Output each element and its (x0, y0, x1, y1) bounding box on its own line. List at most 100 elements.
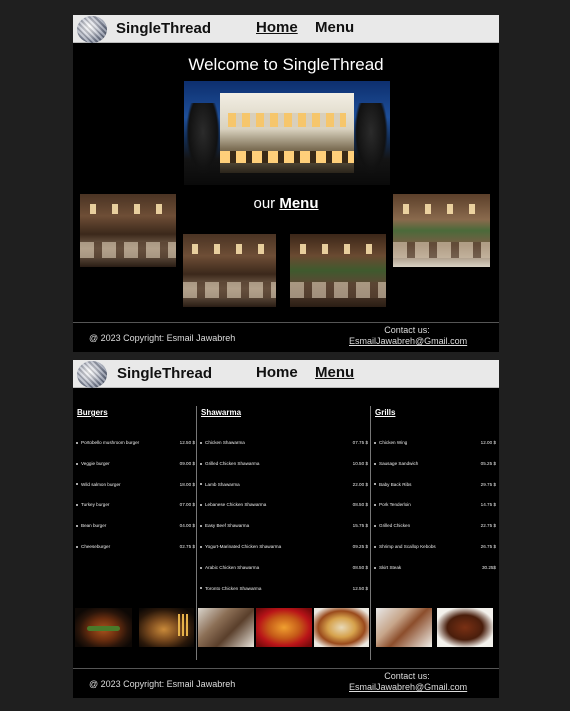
footer: @ 2023 Copyright: Esmail Jawabreh Contac… (73, 322, 499, 352)
menu-item-name: Portobello mushroom burger (76, 440, 139, 445)
bullet-icon (374, 524, 376, 527)
disco-ball-logo-icon[interactable] (77, 16, 107, 43)
menu-item-name: Lebanese Chicken Shawarma (200, 502, 266, 507)
grills-heading: Grills (375, 408, 396, 417)
bullet-icon (374, 566, 376, 569)
menu-item-price: 02.75 $ (179, 544, 195, 549)
menu-item-name: Lamb Shawarma (200, 482, 240, 487)
contact-label: Contact us: (384, 325, 430, 335)
contact-label: Contact us: (384, 671, 430, 681)
shawarma-image-3 (314, 608, 369, 647)
menu-item-label: Wild salmon burger (81, 481, 121, 487)
burgers-heading: Burgers (77, 408, 108, 417)
column-divider (196, 406, 197, 660)
contact-email-link[interactable]: EsmailJawabreh@Gmail.com (349, 336, 467, 346)
menu-item-name: Arabic Chicken Shawarma (200, 565, 259, 570)
menu-item-price: 12.50 $ (352, 585, 368, 591)
menu-item-name: Cheeseburger (76, 544, 110, 549)
welcome-heading: Welcome to SingleThread (188, 55, 384, 74)
dining-room-image-4 (290, 234, 386, 307)
menu-item-label: Chicken Shawarma (205, 440, 245, 445)
burger-image-2 (139, 608, 194, 647)
menu-item-label: Easy Beef Shawarma (205, 523, 250, 529)
menu-item-label: Veggie burger (81, 460, 110, 466)
menu-item-name: Easy Beef Shawarma (200, 523, 249, 528)
navbar: SingleThread Home Menu (73, 15, 499, 43)
menu-item-label: Cheeseburger (81, 544, 111, 549)
menu-item-label: Shrimp and Scallop Kebobs (379, 544, 436, 549)
menu-item-label: Turkey burger (81, 502, 110, 508)
bullet-icon (76, 524, 78, 527)
our-menu-link[interactable]: Menu (279, 195, 318, 212)
menu-item-price: 09.00 $ (179, 460, 195, 466)
tree-shape (354, 103, 388, 175)
menu-item-label: Yogurt-Marinated Chicken Shawarma (205, 544, 282, 549)
menu-item-price: 07.00 $ (179, 502, 195, 508)
menu-item-name: Chicken Shawarma (200, 440, 245, 445)
menu-item-label: Skirt Steak (379, 564, 402, 570)
menu-item-name: Yogurt-Marinated Chicken Shawarma (200, 544, 281, 549)
navbar: SingleThread Home Menu (73, 360, 499, 388)
dining-room-image-3 (183, 234, 276, 307)
menu-item-label: Baby Back Ribs (379, 481, 412, 487)
bullet-icon (200, 587, 202, 590)
bullet-icon (200, 504, 202, 507)
nav-home-link[interactable]: Home (256, 364, 298, 381)
menu-page-panel: SingleThread Home Menu Burgers Shawarma … (73, 360, 499, 698)
menu-item-name: Bean burger (76, 523, 106, 528)
menu-item-label: Arabic Chicken Shawarma (205, 564, 260, 570)
menu-item-price: 12.50 $ (179, 440, 195, 445)
menu-item-price: 12.00 $ (480, 440, 496, 445)
bullet-icon (374, 441, 376, 444)
bullet-icon (200, 524, 202, 527)
menu-item-price: 14.75 $ (480, 502, 496, 508)
bullet-icon (374, 483, 376, 486)
bullet-icon (200, 545, 202, 548)
menu-item-name: Veggie burger (76, 461, 110, 466)
menu-item-price: 05.25 $ (480, 460, 496, 466)
brand-name[interactable]: SingleThread (116, 20, 211, 37)
menu-item-label: Lamb Shawarma (205, 481, 240, 487)
bullet-icon (76, 483, 78, 486)
bullet-icon (76, 545, 78, 548)
menu-item-price: 15.75 $ (352, 523, 368, 529)
shawarma-image-1 (198, 608, 254, 647)
shawarma-heading: Shawarma (201, 408, 242, 417)
brand-name[interactable]: SingleThread (117, 365, 212, 382)
bullet-icon (374, 462, 376, 465)
restaurant-exterior-image (184, 81, 390, 185)
nav-menu-link[interactable]: Menu (315, 19, 354, 36)
home-page-panel: SingleThread Home Menu Welcome to Single… (73, 15, 499, 352)
column-divider (370, 406, 371, 660)
menu-item-name: Baby Back Ribs (374, 482, 411, 487)
footer: @ 2023 Copyright: Esmail Jawabreh Contac… (73, 668, 499, 698)
copyright-text: @ 2023 Copyright: Esmail Jawabreh (89, 333, 236, 343)
menu-item-name: Sausage Sandwich (374, 461, 418, 466)
menu-item-name: Chicken Wing (374, 440, 407, 445)
bullet-icon (76, 441, 78, 444)
menu-item-price: 18.00 $ (179, 481, 195, 487)
menu-item-name: Pork Tenderloin (374, 502, 411, 507)
menu-item-price: 10.50 $ (352, 460, 368, 466)
bullet-icon (76, 504, 78, 507)
disco-ball-logo-icon[interactable] (77, 361, 107, 388)
bullet-icon (374, 504, 376, 507)
menu-item-name: Turkey burger (76, 502, 109, 507)
bullet-icon (374, 545, 376, 548)
menu-item-label: Grilled Chicken (379, 523, 411, 529)
bullet-icon (200, 566, 202, 569)
menu-item-price: 22.75 $ (480, 523, 496, 529)
menu-item-price: 30.25$ (481, 564, 496, 570)
menu-item-label: Pork Tenderloin (379, 502, 411, 508)
menu-item-name: Shrimp and Scallop Kebobs (374, 544, 436, 549)
menu-item-price: 29.75 $ (480, 481, 496, 487)
nav-home-link[interactable]: Home (256, 19, 298, 36)
menu-item-name: Skirt Steak (374, 565, 401, 570)
bullet-icon (76, 462, 78, 465)
menu-item-name: Grilled Chicken (374, 523, 410, 528)
menu-item-label: Chicken Wing (379, 440, 408, 445)
menu-item-price: 07.75 $ (352, 440, 368, 445)
contact-email-link[interactable]: EsmailJawabreh@Gmail.com (349, 682, 467, 692)
our-menu-heading: our Menu (73, 195, 499, 212)
nav-menu-link[interactable]: Menu (315, 364, 354, 381)
